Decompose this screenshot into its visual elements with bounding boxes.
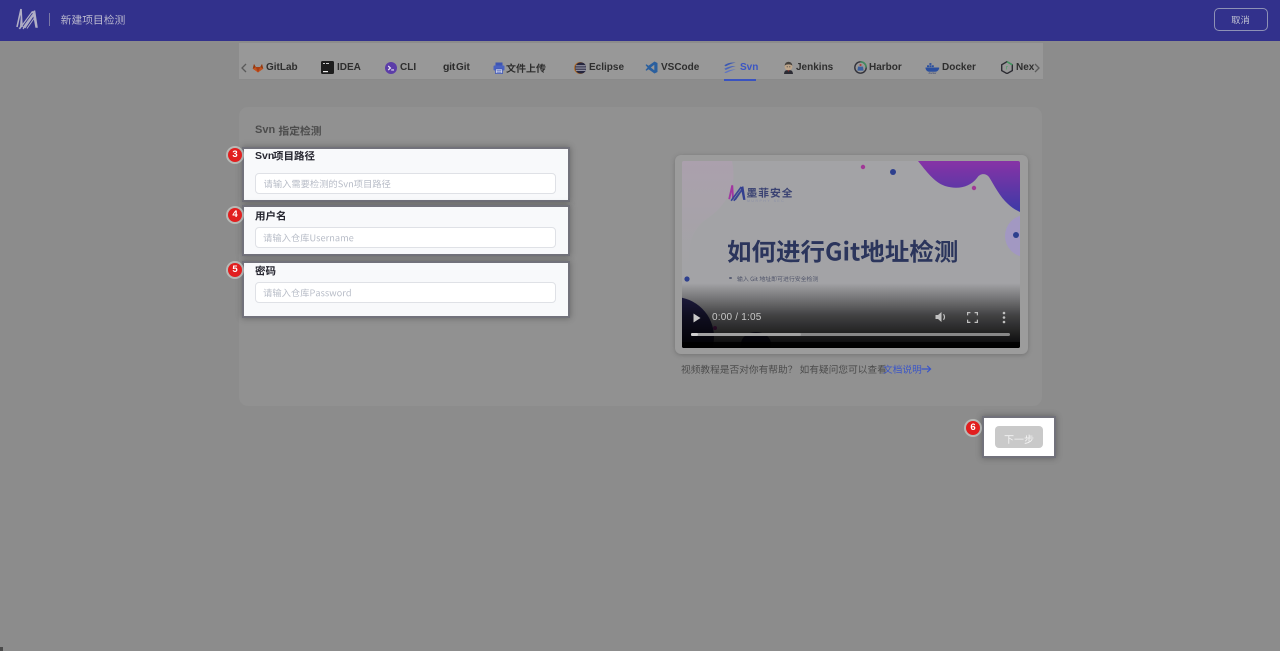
svg-text:docker: docker [929, 71, 937, 74]
svg-text:r: r [1006, 66, 1008, 72]
